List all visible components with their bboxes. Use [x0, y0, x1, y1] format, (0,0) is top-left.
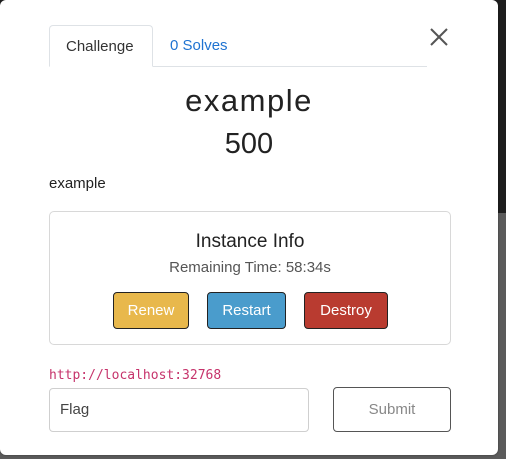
challenge-value: 500 [224, 128, 274, 160]
tab-challenge[interactable]: Challenge [49, 25, 153, 67]
remaining-time: Remaining Time: 58:34s [169, 259, 331, 276]
restart-button[interactable]: Restart [207, 292, 286, 329]
instance-url-link[interactable]: http://localhost:32768 [49, 368, 221, 383]
tab-solves[interactable]: 0 Solves [154, 25, 244, 66]
renew-button[interactable]: Renew [113, 292, 189, 329]
challenge-description: example [49, 175, 106, 192]
flag-input[interactable]: Flag [49, 388, 309, 432]
challenge-name: example [185, 83, 313, 118]
challenge-modal: Challenge 0 Solves example 500 example I… [0, 0, 498, 455]
submit-button[interactable]: Submit [333, 387, 451, 432]
instance-info-panel: Instance Info Remaining Time: 58:34s Ren… [49, 211, 451, 345]
instance-info-title: Instance Info [195, 231, 305, 252]
modal-tabs: Challenge 0 Solves [49, 25, 427, 67]
close-icon[interactable] [426, 24, 452, 50]
destroy-button[interactable]: Destroy [304, 292, 388, 329]
